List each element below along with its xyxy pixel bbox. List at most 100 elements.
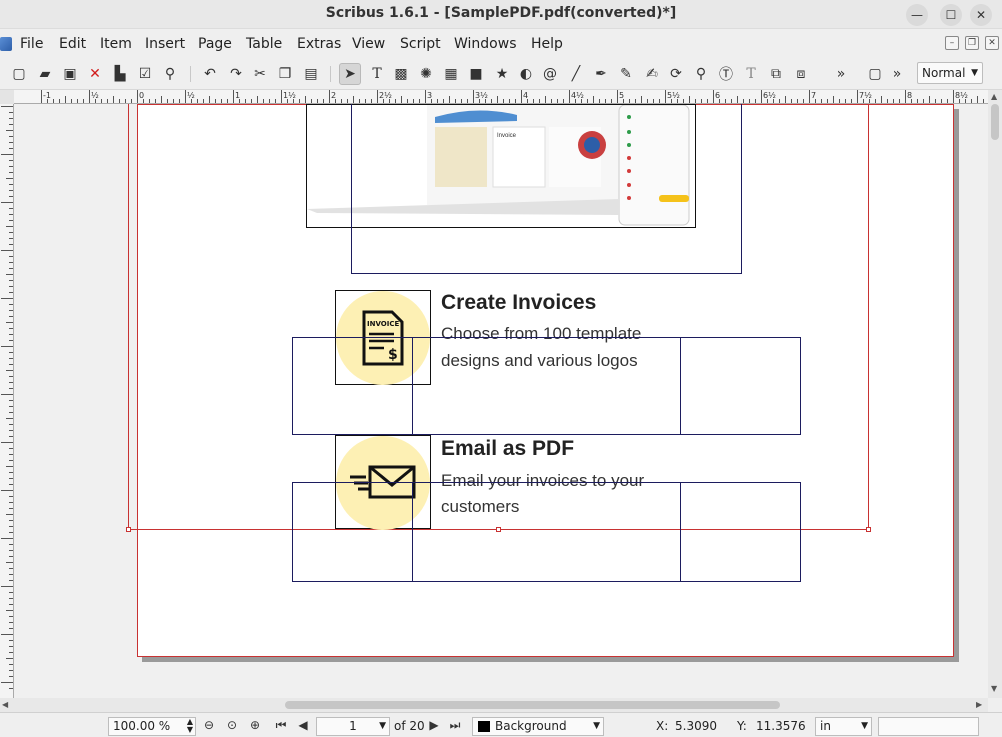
ruler-tick xyxy=(449,96,450,103)
menu-extras[interactable]: Extras xyxy=(297,36,341,52)
image-frame-icon[interactable]: ▩ xyxy=(390,63,412,85)
unlink-frames-icon[interactable]: ⧈ xyxy=(790,63,812,85)
undo-icon[interactable]: ↶ xyxy=(199,63,221,85)
link-frames-icon[interactable]: ⧉ xyxy=(765,63,787,85)
hero-group-frame[interactable] xyxy=(351,104,742,274)
vertical-ruler[interactable] xyxy=(0,104,14,698)
ruler-tick xyxy=(425,90,426,103)
mdi-restore-button[interactable]: ❐ xyxy=(965,36,979,50)
horizontal-scroll-thumb[interactable] xyxy=(285,701,780,709)
line-icon[interactable]: ╱ xyxy=(565,63,587,85)
close-button[interactable]: ✕ xyxy=(970,4,992,26)
resize-handle-br[interactable] xyxy=(866,527,871,532)
view-mode-select[interactable]: Normal ▼ xyxy=(917,62,983,84)
ruler-tick xyxy=(9,262,13,263)
preflight-icon[interactable]: ☑ xyxy=(134,63,156,85)
next-page-icon[interactable]: ▶ xyxy=(425,718,443,734)
first-page-icon[interactable]: ⏮ xyxy=(272,718,290,734)
ruler-tick xyxy=(359,99,360,103)
spiral-icon[interactable]: @ xyxy=(539,63,561,85)
section2-heading: Email as PDF xyxy=(441,437,575,460)
shape-icon[interactable]: ■ xyxy=(465,63,487,85)
text-frame-icon[interactable]: T xyxy=(366,63,388,85)
ruler-tick xyxy=(971,99,972,103)
ruler-tick xyxy=(65,96,66,103)
unit-chevron-down-icon: ▼ xyxy=(861,721,868,731)
horizontal-ruler[interactable]: -1 ½ 0 ½ 1 1½ 2 2½ 3 3½ 4 4½ 5 5½ 6 6½ 7 7½ 8 8½ xyxy=(14,90,996,104)
render-frame-icon[interactable]: ✺ xyxy=(415,63,437,85)
ruler-tick xyxy=(947,99,948,103)
export-pdf-icon[interactable]: ⚲ xyxy=(159,63,181,85)
close-document-icon[interactable]: ✕ xyxy=(84,63,106,85)
table-icon[interactable]: ▦ xyxy=(440,63,462,85)
last-page-icon[interactable]: ⏭ xyxy=(446,718,464,734)
zoom-stepper-icon[interactable]: ▲ ▼ xyxy=(187,718,193,734)
ruler-tick xyxy=(53,99,54,103)
select-icon[interactable]: ➤ xyxy=(339,63,361,85)
ruler-tick xyxy=(9,574,13,575)
unit-select[interactable]: in ▼ xyxy=(815,717,872,736)
zoom-icon[interactable]: ⚲ xyxy=(690,63,712,85)
zoom-in-icon[interactable]: ⊕ xyxy=(246,718,264,734)
edit-contents-icon[interactable]: Ⓣ xyxy=(715,63,737,85)
vertical-scrollbar[interactable]: ▲ ▼ xyxy=(988,90,1002,698)
more-icon[interactable]: » xyxy=(830,63,852,85)
minimize-button[interactable]: — xyxy=(906,4,928,26)
maximize-button[interactable]: ☐ xyxy=(940,4,962,26)
horizontal-scrollbar[interactable]: ◀ ▶ xyxy=(0,698,988,712)
menu-item[interactable]: Item xyxy=(100,36,132,52)
cut-icon[interactable]: ✂ xyxy=(249,63,271,85)
mdi-minimize-button[interactable]: – xyxy=(945,36,959,50)
menu-script[interactable]: Script xyxy=(400,36,441,52)
document-canvas[interactable]: Invoice INVOICE $ Create Invoices Choose… xyxy=(14,104,988,698)
menu-view[interactable]: View xyxy=(352,36,385,52)
calligraphic-icon[interactable]: ✍ xyxy=(641,63,663,85)
polygon-icon[interactable]: ★ xyxy=(491,63,513,85)
freehand-icon[interactable]: ✎ xyxy=(615,63,637,85)
preview-mode-icon[interactable]: ▢ xyxy=(864,63,886,85)
edit-text-icon[interactable]: T xyxy=(740,63,762,85)
more-icon-2[interactable]: » xyxy=(886,63,908,85)
arc-icon[interactable]: ◐ xyxy=(515,63,537,85)
layer-select[interactable]: Background ▼ xyxy=(472,717,604,736)
rotate-icon[interactable]: ⟳ xyxy=(665,63,687,85)
menu-windows[interactable]: Windows xyxy=(454,36,517,52)
ruler-tick xyxy=(6,658,13,659)
zoom-100-icon[interactable]: ⊙ xyxy=(223,718,241,734)
bezier-icon[interactable]: ✒ xyxy=(590,63,612,85)
ruler-tick xyxy=(9,136,13,137)
new-document-icon[interactable]: ▢ xyxy=(8,63,30,85)
ruler-tick xyxy=(9,508,13,509)
zoom-field[interactable]: 100.00 % ▲ ▼ xyxy=(108,717,196,736)
menu-edit[interactable]: Edit xyxy=(59,36,86,52)
menu-insert[interactable]: Insert xyxy=(145,36,185,52)
ruler-tick xyxy=(9,358,13,359)
page-chevron-down-icon[interactable]: ▼ xyxy=(379,718,386,735)
vertical-scroll-thumb[interactable] xyxy=(991,104,999,140)
ruler-tick xyxy=(1,298,13,299)
redo-icon[interactable]: ↷ xyxy=(225,63,247,85)
scroll-left-icon[interactable]: ◀ xyxy=(2,700,8,709)
print-icon[interactable]: ▙ xyxy=(109,63,131,85)
menu-file[interactable]: File xyxy=(20,36,43,52)
menu-page[interactable]: Page xyxy=(198,36,232,52)
copy-icon[interactable]: ❐ xyxy=(274,63,296,85)
open-icon[interactable]: ▰ xyxy=(34,63,56,85)
ruler-tick xyxy=(9,532,13,533)
paste-icon[interactable]: ▤ xyxy=(300,63,322,85)
scroll-down-icon[interactable]: ▼ xyxy=(991,684,997,693)
save-icon[interactable]: ▣ xyxy=(59,63,81,85)
page-number-field[interactable]: 1 ▼ xyxy=(316,717,390,736)
menu-table[interactable]: Table xyxy=(246,36,282,52)
zoom-out-icon[interactable]: ⊖ xyxy=(200,718,218,734)
resize-handle-bl[interactable] xyxy=(126,527,131,532)
scroll-right-icon[interactable]: ▶ xyxy=(976,700,982,709)
ruler-tick xyxy=(827,99,828,103)
scroll-up-icon[interactable]: ▲ xyxy=(991,92,997,101)
status-extra-field[interactable] xyxy=(878,717,979,736)
previous-page-icon[interactable]: ◀ xyxy=(294,718,312,734)
ruler-tick xyxy=(71,99,72,103)
ruler-tick xyxy=(845,99,846,103)
mdi-close-button[interactable]: ✕ xyxy=(985,36,999,50)
menu-help[interactable]: Help xyxy=(531,36,563,52)
